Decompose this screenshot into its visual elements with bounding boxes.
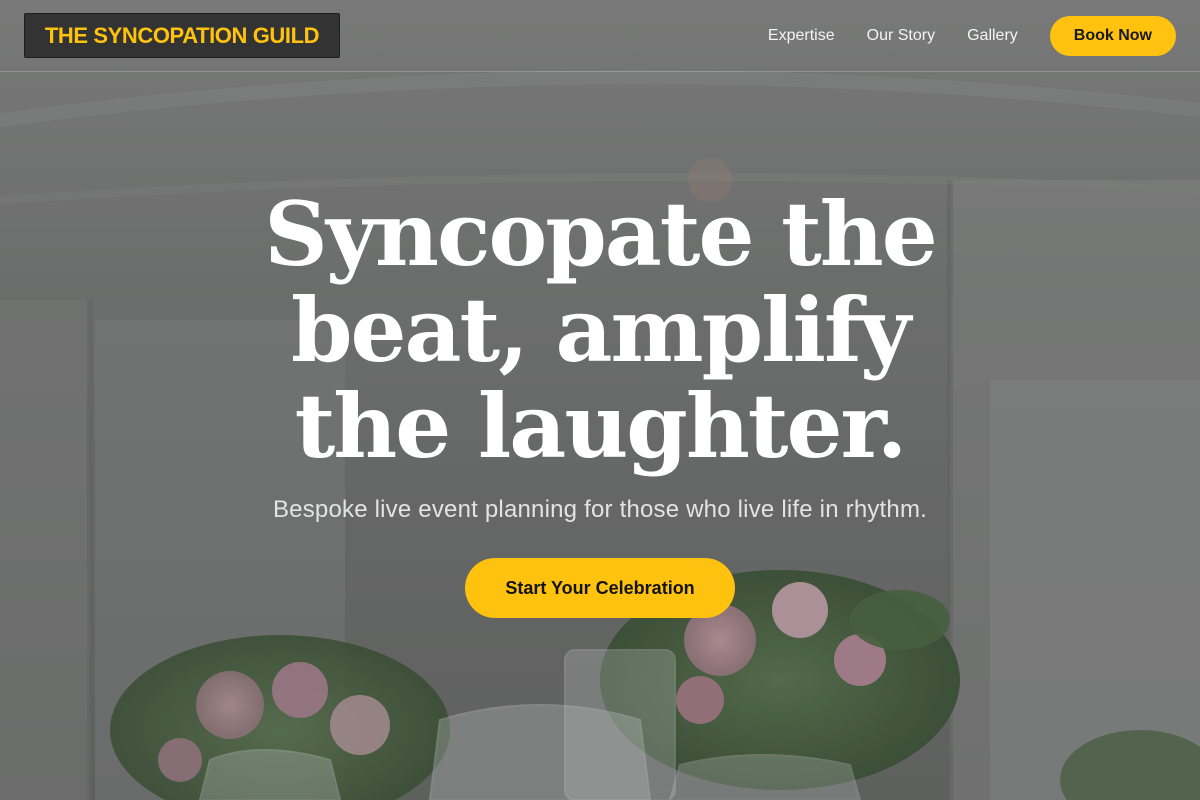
start-celebration-button[interactable]: Start Your Celebration [465,558,735,618]
main-nav: Expertise Our Story Gallery Book Now [768,16,1176,56]
brand-name: THE SYNCOPATION GUILD [44,22,320,48]
nav-link-our-story[interactable]: Our Story [867,16,935,56]
hero-section: Syncopate the beat, amplify the laughter… [0,186,1200,618]
book-now-button[interactable]: Book Now [1049,16,1176,56]
hero-title: Syncopate the beat, amplify the laughter… [264,182,937,478]
site-header: THE SYNCOPATION GUILD Expertise Our Stor… [0,0,1200,72]
brand-logo[interactable]: THE SYNCOPATION GUILD [24,13,340,58]
nav-link-gallery[interactable]: Gallery [967,16,1018,56]
nav-link-expertise[interactable]: Expertise [768,16,835,56]
hero-subtitle: Bespoke live event planning for those wh… [272,496,928,523]
